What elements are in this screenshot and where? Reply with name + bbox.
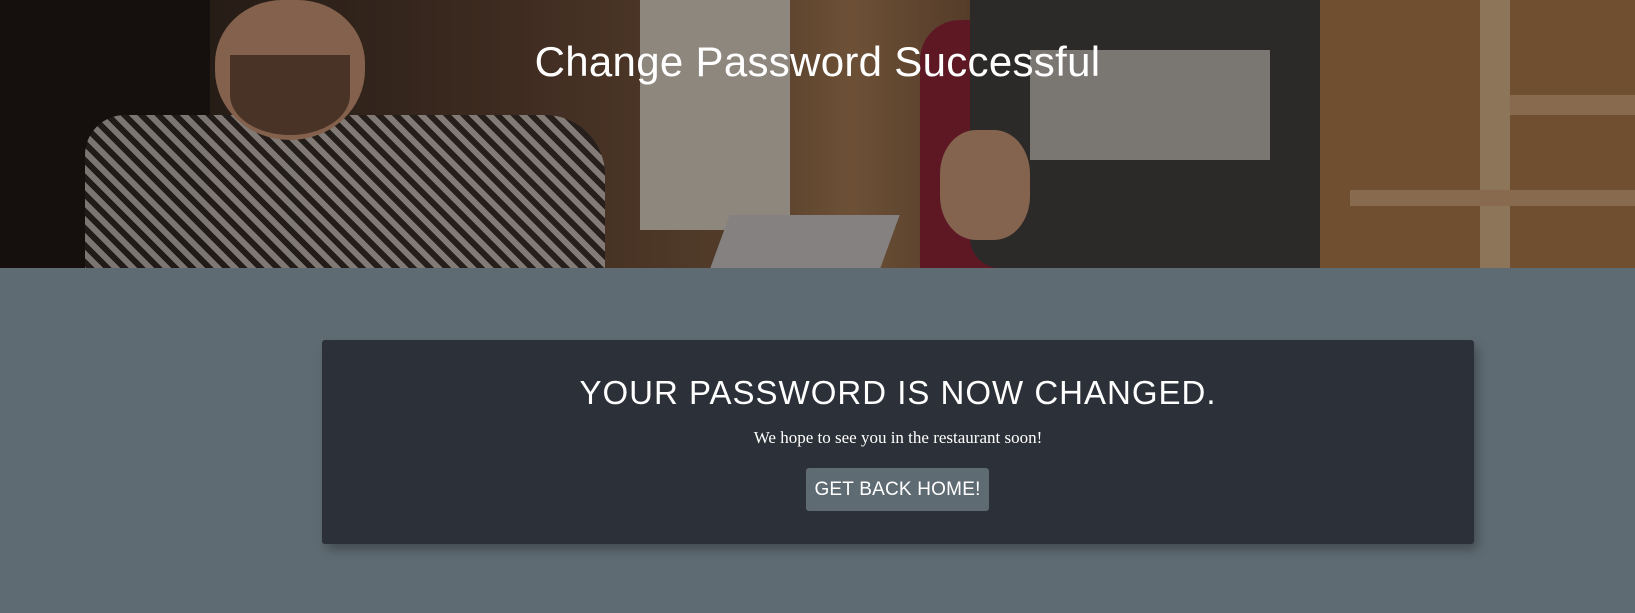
success-heading: YOUR PASSWORD IS NOW CHANGED.	[579, 374, 1217, 411]
page-title: Change Password Successful	[534, 38, 1101, 85]
success-message: We hope to see you in the restaurant soo…	[753, 428, 1043, 447]
get-back-home-button[interactable]: GET BACK HOME!	[806, 468, 989, 511]
hero-banner: Change Password Successful	[0, 0, 1635, 268]
success-card: YOUR PASSWORD IS NOW CHANGED. We hope to…	[322, 340, 1474, 544]
